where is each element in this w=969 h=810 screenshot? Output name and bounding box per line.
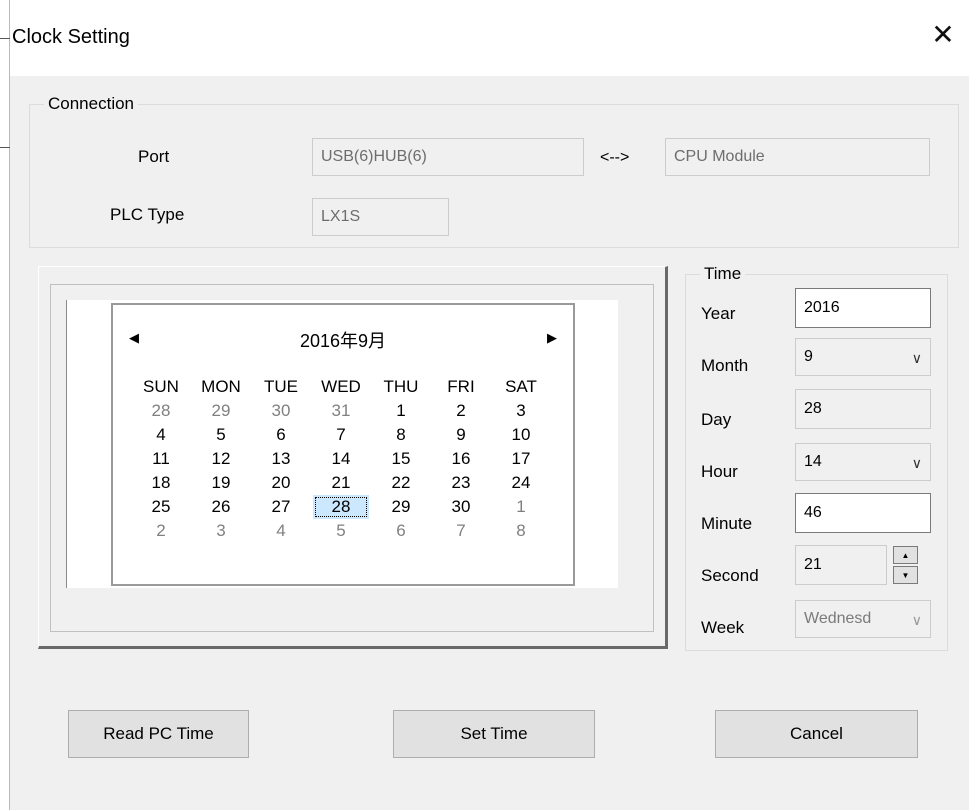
calendar-day[interactable]: 18 <box>131 471 191 495</box>
calendar-day[interactable]: 6 <box>371 519 431 543</box>
title-bar: Clock Setting ✕ <box>10 0 969 76</box>
edge-marker <box>0 38 10 39</box>
calendar-day[interactable]: 1 <box>371 399 431 423</box>
port-label: Port <box>138 147 170 166</box>
day-label: Day <box>701 410 732 429</box>
read-pc-time-button[interactable]: Read PC Time <box>68 710 249 758</box>
calendar-header: ◀ 2016年9月 ▶ <box>113 327 573 353</box>
calendar-day[interactable]: 29 <box>371 495 431 519</box>
calendar-day[interactable]: 15 <box>371 447 431 471</box>
clock-setting-dialog: Clock Setting ✕ Connection Port USB(6)HU… <box>9 0 969 810</box>
calendar-day[interactable]: 2 <box>131 519 191 543</box>
calendar-day[interactable]: 13 <box>251 447 311 471</box>
calendar-day[interactable]: 5 <box>311 519 371 543</box>
caret-up-icon: ▲ <box>901 550 910 560</box>
year-label: Year <box>701 304 736 323</box>
calendar-day[interactable]: 30 <box>431 495 491 519</box>
weekday-header: TUE <box>264 377 298 396</box>
calendar-day[interactable]: 26 <box>191 495 251 519</box>
month-value: 9 <box>804 348 813 365</box>
calendar-day[interactable]: 27 <box>251 495 311 519</box>
hour-select[interactable]: 14 ∨ <box>795 443 931 481</box>
calendar-day[interactable]: 3 <box>191 519 251 543</box>
connection-arrow: <--> <box>600 149 630 166</box>
minute-field[interactable]: 46 <box>795 493 931 533</box>
calendar-panel: ◀ 2016年9月 ▶ SUN MON TUE WED THU FRI SAT 28 29 30 3… <box>38 266 668 649</box>
month-calendar[interactable]: ◀ 2016年9月 ▶ SUN MON TUE WED THU FRI SAT 28 29 30 3… <box>111 303 575 586</box>
port-field[interactable]: USB(6)HUB(6) <box>312 138 584 176</box>
calendar-day[interactable]: 31 <box>311 399 371 423</box>
chevron-down-icon: ∨ <box>911 350 922 366</box>
calendar-day[interactable]: 5 <box>191 423 251 447</box>
second-spinner: ▲ ▼ <box>893 546 918 584</box>
calendar-day[interactable]: 17 <box>491 447 551 471</box>
calendar-day[interactable]: 10 <box>491 423 551 447</box>
calendar-day[interactable]: 7 <box>311 423 371 447</box>
calendar-day[interactable]: 30 <box>251 399 311 423</box>
calendar-background: ◀ 2016年9月 ▶ SUN MON TUE WED THU FRI SAT 28 29 30 3… <box>66 300 618 588</box>
weekday-header: SUN <box>143 377 179 396</box>
close-icon: ✕ <box>931 18 955 50</box>
plc-type-field[interactable]: LX1S <box>312 198 449 236</box>
week-label: Week <box>701 618 745 637</box>
spin-down-button[interactable]: ▼ <box>893 566 918 584</box>
edge-marker <box>0 147 10 148</box>
calendar-day[interactable]: 19 <box>191 471 251 495</box>
calendar-grid: SUN MON TUE WED THU FRI SAT 28 29 30 31 1 2 3 4 5 6 7 8 9 10… <box>131 375 551 543</box>
second-label: Second <box>701 566 759 585</box>
chevron-down-icon: ∨ <box>911 455 922 471</box>
hour-label: Hour <box>701 462 738 481</box>
close-button[interactable]: ✕ <box>923 14 963 54</box>
connection-legend: Connection <box>48 94 135 113</box>
chevron-down-icon: ∨ <box>911 612 922 628</box>
calendar-day[interactable]: 4 <box>251 519 311 543</box>
weekday-header: THU <box>383 377 419 396</box>
month-label: Month <box>701 356 749 375</box>
calendar-day[interactable]: 22 <box>371 471 431 495</box>
calendar-day[interactable]: 16 <box>431 447 491 471</box>
target-field[interactable]: CPU Module <box>665 138 930 176</box>
calendar-day[interactable]: 8 <box>371 423 431 447</box>
calendar-day-selected[interactable]: 28 <box>313 495 369 519</box>
plc-type-label: PLC Type <box>110 205 185 224</box>
calendar-day[interactable]: 6 <box>251 423 311 447</box>
calendar-day[interactable]: 7 <box>431 519 491 543</box>
calendar-day[interactable]: 12 <box>191 447 251 471</box>
weekday-header: SAT <box>505 377 537 396</box>
calendar-day[interactable]: 20 <box>251 471 311 495</box>
calendar-day[interactable]: 28 <box>131 399 191 423</box>
week-select[interactable]: Wednesd ∨ <box>795 600 931 638</box>
calendar-day[interactable]: 4 <box>131 423 191 447</box>
calendar-day[interactable]: 8 <box>491 519 551 543</box>
calendar-title[interactable]: 2016年9月 <box>113 327 573 353</box>
spin-up-button[interactable]: ▲ <box>893 546 918 564</box>
day-field[interactable]: 28 <box>795 389 931 429</box>
minute-label: Minute <box>701 514 753 533</box>
set-time-button[interactable]: Set Time <box>393 710 595 758</box>
calendar-day[interactable]: 29 <box>191 399 251 423</box>
caret-down-icon: ▼ <box>901 570 910 580</box>
time-legend: Time <box>704 264 742 283</box>
calendar-day[interactable]: 14 <box>311 447 371 471</box>
calendar-day[interactable]: 21 <box>311 471 371 495</box>
weekday-header: WED <box>321 377 361 396</box>
calendar-day[interactable]: 3 <box>491 399 551 423</box>
calendar-day[interactable]: 24 <box>491 471 551 495</box>
cancel-button[interactable]: Cancel <box>715 710 918 758</box>
week-value: Wednesd <box>804 610 872 627</box>
weekday-header: FRI <box>447 377 475 396</box>
calendar-day[interactable]: 23 <box>431 471 491 495</box>
weekday-header: MON <box>201 377 241 396</box>
calendar-day[interactable]: 2 <box>431 399 491 423</box>
calendar-day[interactable]: 11 <box>131 447 191 471</box>
calendar-day[interactable]: 9 <box>431 423 491 447</box>
year-field[interactable]: 2016 <box>795 288 931 328</box>
month-select[interactable]: 9 ∨ <box>795 338 931 376</box>
second-field[interactable]: 21 <box>795 545 887 585</box>
window-title: Clock Setting <box>12 26 130 48</box>
calendar-day[interactable]: 25 <box>131 495 191 519</box>
calendar-day[interactable]: 1 <box>491 495 551 519</box>
next-month-icon[interactable]: ▶ <box>547 330 557 346</box>
hour-value: 14 <box>804 453 822 470</box>
